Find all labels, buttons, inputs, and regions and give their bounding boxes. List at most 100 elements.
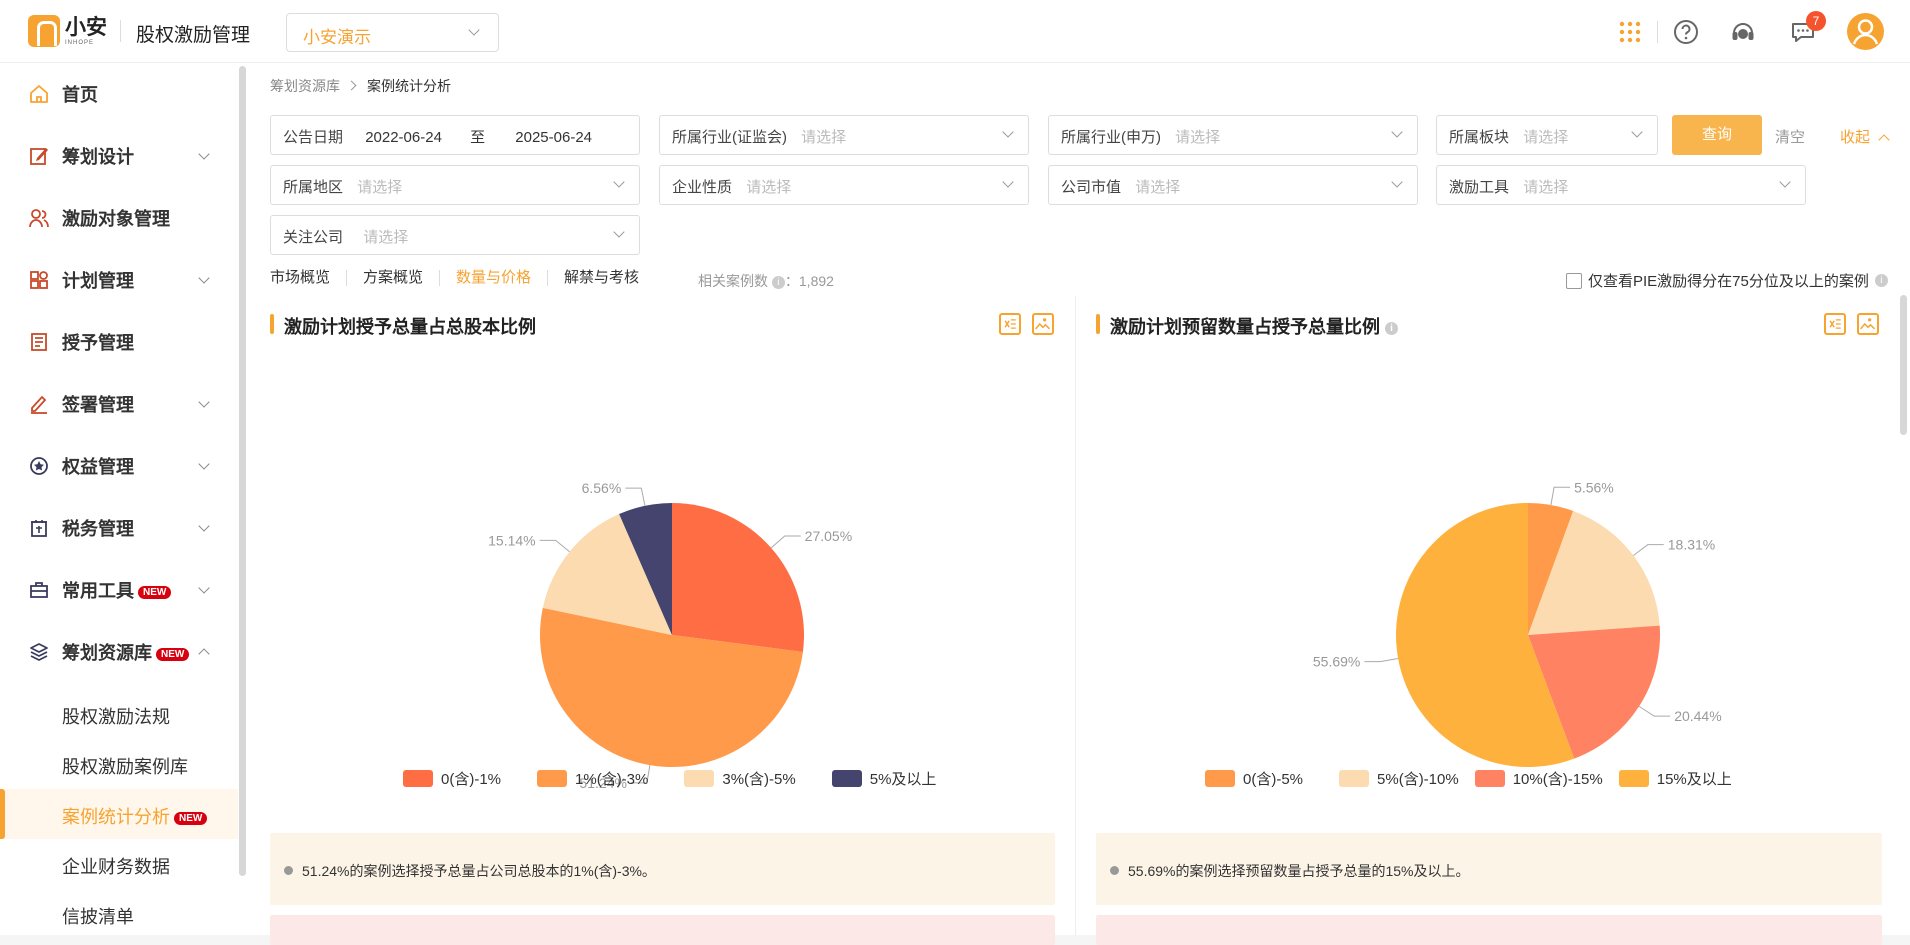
- sidebar-subitem-label: 案例统计分析 NEW: [62, 803, 208, 829]
- customer-service-icon[interactable]: [1730, 19, 1756, 45]
- main-content: 筹划资源库 案例统计分析 公告日期 2022-06-24 至 2025-06-24…: [250, 63, 1910, 945]
- legend-item[interactable]: 3%(含)-5%: [684, 768, 796, 789]
- export-image-icon[interactable]: [1032, 313, 1054, 335]
- chevron-down-icon: [1391, 176, 1403, 188]
- focus-placeholder: 请选择: [363, 229, 409, 246]
- legend-item[interactable]: 1%(含)-3%: [537, 768, 648, 789]
- chart-title-grant-ratio: 激励计划授予总量占总股本比例: [270, 313, 536, 339]
- message-badge: 7: [1806, 11, 1826, 31]
- chart-legend-reserve-ratio: 0(含)-5% 5%(含)-10% 10%(含)-15% 15%及以上: [1205, 768, 1768, 789]
- avatar-icon: [1852, 19, 1879, 45]
- info-icon[interactable]: i: [1385, 321, 1399, 335]
- pie-slice[interactable]: [672, 503, 804, 652]
- legend-item[interactable]: 5%(含)-10%: [1339, 768, 1459, 789]
- legend-swatch: [831, 770, 862, 787]
- main-scrollbar[interactable]: [1900, 295, 1907, 435]
- sidebar-item-plan-management[interactable]: 计划管理: [0, 249, 238, 311]
- export-excel-icon[interactable]: [999, 313, 1021, 335]
- legend-item[interactable]: 5%及以上: [831, 768, 936, 789]
- message-button[interactable]: 7: [1790, 11, 1826, 45]
- sidebar-subitem-financial-data[interactable]: 企业财务数据: [0, 839, 238, 889]
- tab-unlock-assessment[interactable]: 解禁与考核: [548, 270, 655, 286]
- logo[interactable]: 小安 INHOPE: [28, 15, 107, 47]
- pie-data-label: 55.69%: [1313, 654, 1360, 670]
- chevron-down-icon: [198, 396, 210, 408]
- market-cap-label: 公司市值: [1061, 179, 1122, 196]
- sidebar-scrollbar[interactable]: [239, 66, 246, 876]
- pie-data-label: 15.14%: [488, 532, 535, 548]
- clear-button[interactable]: 清空: [1775, 126, 1805, 147]
- info-icon[interactable]: i: [1874, 274, 1888, 287]
- legend-item[interactable]: 15%及以上: [1618, 768, 1732, 789]
- case-count-label: 相关案例数: [698, 273, 768, 289]
- sidebar-item-grant-management[interactable]: 授予管理: [0, 311, 238, 373]
- query-button[interactable]: 查询: [1672, 115, 1762, 155]
- sidebar-item-label: 税务管理: [62, 519, 134, 539]
- nature-placeholder: 请选择: [746, 179, 792, 196]
- breadcrumb-parent[interactable]: 筹划资源库: [270, 78, 340, 94]
- sidebar-item-label: 筹划设计: [62, 147, 134, 167]
- market-cap-select[interactable]: 公司市值 请选择: [1048, 165, 1418, 205]
- date-range-picker[interactable]: 公告日期 2022-06-24 至 2025-06-24: [270, 115, 640, 155]
- new-badge: NEW: [156, 647, 190, 661]
- nature-select[interactable]: 企业性质 请选择: [659, 165, 1029, 205]
- breadcrumb-separator-icon: [346, 80, 357, 91]
- legend-item[interactable]: 0(含)-5%: [1205, 768, 1303, 789]
- legend-label: 3%(含)-5%: [722, 771, 796, 788]
- industry-csrc-select[interactable]: 所属行业(证监会) 请选择: [659, 115, 1029, 155]
- sidebar-subitem-label: 企业财务数据: [62, 857, 170, 877]
- sidebar-subitem-case-library[interactable]: 股权激励案例库: [0, 739, 238, 789]
- sign-icon: [31, 395, 47, 414]
- org-select[interactable]: 小安演示: [286, 13, 499, 52]
- legend-swatch: [537, 770, 568, 787]
- legend-swatch: [1474, 770, 1505, 787]
- date-to[interactable]: 2025-06-24: [515, 129, 592, 146]
- board-select[interactable]: 所属板块 请选择: [1436, 115, 1658, 155]
- export-image-icon[interactable]: [1857, 313, 1879, 335]
- sidebar-item-incentive-targets[interactable]: 激励对象管理: [0, 187, 238, 249]
- focus-company-select[interactable]: 关注公司 请选择: [270, 215, 640, 255]
- tab-plan-overview[interactable]: 方案概览: [347, 270, 441, 286]
- tool-select[interactable]: 激励工具 请选择: [1436, 165, 1806, 205]
- sidebar-item-common-tools[interactable]: 常用工具 NEW: [0, 559, 238, 621]
- apps-grid-icon[interactable]: [1619, 21, 1641, 43]
- region-select[interactable]: 所属地区 请选择: [270, 165, 640, 205]
- layers-icon: [30, 643, 48, 661]
- industry-csrc-placeholder: 请选择: [801, 129, 847, 146]
- pie-data-label: 5.56%: [1574, 479, 1614, 495]
- region-label: 所属地区: [283, 179, 344, 196]
- pie-data-label: 18.31%: [1668, 537, 1715, 553]
- date-to-label: 至: [470, 129, 486, 146]
- chevron-up-icon: [1878, 134, 1890, 146]
- legend-item[interactable]: 10%(含)-15%: [1474, 768, 1603, 789]
- chevron-down-icon: [198, 272, 210, 284]
- pie-data-label: 6.56%: [582, 480, 622, 496]
- logo-subtext: INHOPE: [65, 39, 95, 46]
- app-title: 股权激励管理: [136, 25, 251, 46]
- help-icon[interactable]: [1673, 19, 1699, 45]
- sidebar-item-planning-design[interactable]: 筹划设计: [0, 125, 238, 187]
- pie-score-checkbox[interactable]: [1566, 272, 1582, 289]
- chevron-down-icon: [613, 226, 625, 238]
- sidebar-item-sign-management[interactable]: 签署管理: [0, 373, 238, 435]
- sidebar-subitem-disclosure-list[interactable]: 信披清单: [0, 889, 238, 939]
- sidebar-subitem-label: 股权激励案例库: [62, 757, 188, 777]
- sidebar-subitem-case-statistics[interactable]: 案例统计分析 NEW: [0, 789, 238, 839]
- avatar[interactable]: [1847, 13, 1884, 50]
- sidebar-item-tax-management[interactable]: 税务管理: [0, 497, 238, 559]
- export-excel-icon[interactable]: [1824, 313, 1846, 335]
- tab-market-overview[interactable]: 市场概览: [270, 270, 348, 286]
- chevron-down-icon: [198, 582, 210, 594]
- pie-score-filter[interactable]: 仅查看PIE激励得分在75分位及以上的案例 i: [1566, 270, 1888, 291]
- info-icon[interactable]: i: [771, 275, 785, 289]
- sidebar-item-equity-management[interactable]: 权益管理: [0, 435, 238, 497]
- sidebar-subitem-regulations[interactable]: 股权激励法规: [0, 689, 238, 739]
- collapse-button[interactable]: 收起: [1840, 126, 1890, 147]
- legend-item[interactable]: 0(含)-1%: [403, 768, 501, 789]
- tab-quantity-price[interactable]: 数量与价格: [440, 270, 549, 286]
- date-from[interactable]: 2022-06-24: [365, 129, 442, 146]
- sidebar-item-home[interactable]: 首页: [0, 63, 238, 125]
- industry-sw-select[interactable]: 所属行业(申万) 请选择: [1048, 115, 1418, 155]
- analysis-tabs: 市场概览 方案概览 数量与价格 解禁与考核: [270, 270, 655, 286]
- sidebar-item-resource-library[interactable]: 筹划资源库 NEW: [0, 621, 238, 683]
